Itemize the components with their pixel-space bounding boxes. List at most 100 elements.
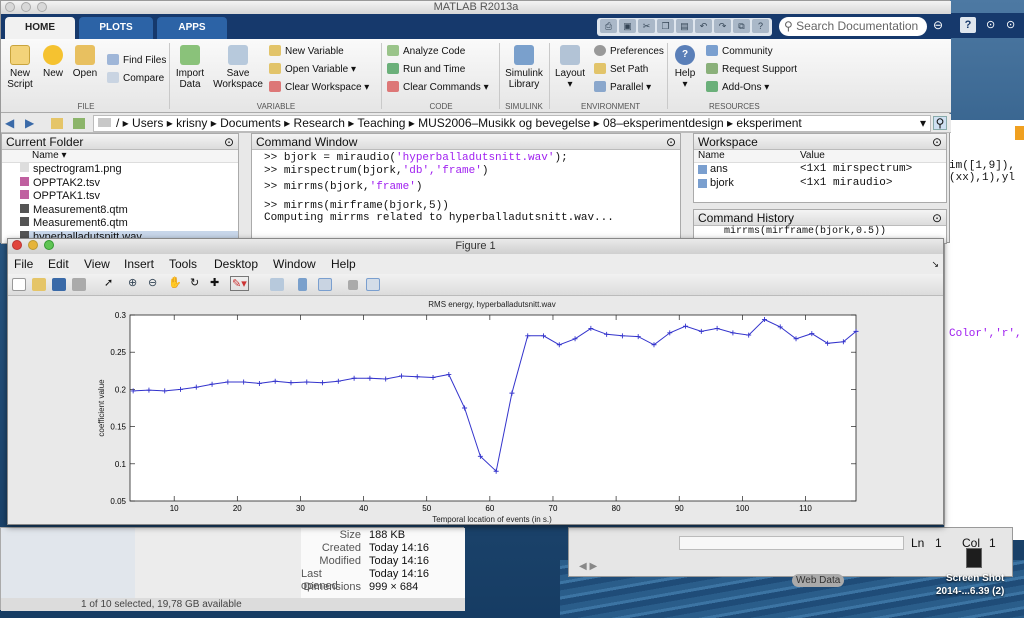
save-workspace-button[interactable]: Save Workspace	[213, 45, 263, 90]
data-cursor-icon[interactable]: ✚	[210, 276, 219, 289]
pan-hand-icon[interactable]: ✋	[168, 276, 182, 289]
workspace-name-header[interactable]: Name	[698, 150, 725, 161]
menu-tools[interactable]: Tools	[169, 254, 197, 274]
horizontal-scrollbar[interactable]	[679, 536, 904, 550]
path-segment[interactable]: 08–eksperimentdesign	[603, 116, 724, 130]
print-icon[interactable]: ⎙	[600, 19, 617, 33]
community-button[interactable]: Community	[706, 44, 773, 60]
chart[interactable]: RMS energy, hyperballadutsnitt.wav 10 20 3…	[8, 296, 943, 524]
figure-close-button[interactable]	[12, 240, 22, 250]
path-segment[interactable]: /	[116, 116, 119, 130]
path-dropdown-icon[interactable]: ▾	[920, 116, 926, 131]
path-segment[interactable]: Research	[294, 116, 345, 130]
path-segment[interactable]: MUS2006–Musikk og bevegelse	[418, 116, 590, 130]
search-input[interactable]: ⚲ Search Documentation	[779, 17, 927, 36]
name-column-header[interactable]: Name ▾	[2, 150, 238, 163]
close-button[interactable]	[5, 2, 15, 12]
save-icon[interactable]: ▣	[619, 19, 636, 33]
hide-plot-tools-icon[interactable]	[348, 280, 358, 290]
browse-folder-icon[interactable]	[73, 118, 85, 129]
show-plot-tools-icon[interactable]	[366, 278, 380, 291]
dropdown2-icon[interactable]: ⊙	[1006, 18, 1015, 31]
legend-icon[interactable]	[318, 278, 332, 291]
screenshot-file-label[interactable]: Screen Shot	[946, 573, 1004, 584]
menu-edit[interactable]: Edit	[48, 254, 69, 274]
help-quick-icon[interactable]: ?	[752, 19, 769, 33]
help-button[interactable]: ? Help ▾	[671, 45, 699, 90]
ribbon-collapse-icon[interactable]: ⊖	[933, 18, 943, 32]
save-figure-icon[interactable]	[52, 278, 66, 291]
menubar-dock-icon[interactable]: ↘	[931, 254, 939, 274]
undo-icon[interactable]: ↶	[695, 19, 712, 33]
path-segment[interactable]: krisny	[176, 116, 207, 130]
rotate-3d-icon[interactable]: ↻	[190, 276, 199, 289]
menu-view[interactable]: View	[84, 254, 110, 274]
parallel-button[interactable]: Parallel ▾	[594, 80, 651, 96]
cut-icon[interactable]: ✂	[638, 19, 655, 33]
path-segment[interactable]: Teaching	[357, 116, 405, 130]
colorbar-icon[interactable]	[298, 278, 307, 291]
open-variable-button[interactable]: Open Variable ▾	[269, 62, 356, 78]
path-segment[interactable]: eksperiment	[736, 116, 801, 130]
table-row[interactable]: bjork <1x1 miraudio>	[694, 177, 946, 191]
redo-icon[interactable]: ↷	[714, 19, 731, 33]
history-entry[interactable]: mirrms(mirframe(bjork,0.5))	[694, 226, 946, 237]
open-button[interactable]: Open	[71, 45, 99, 79]
list-item[interactable]: OPPTAK2.tsv	[20, 176, 238, 191]
add-ons-button[interactable]: Add-Ons ▾	[706, 80, 769, 96]
request-support-button[interactable]: Request Support	[706, 62, 797, 78]
figure-zoom-button[interactable]	[44, 240, 54, 250]
zoom-button[interactable]	[37, 2, 47, 12]
menu-window[interactable]: Window	[273, 254, 316, 274]
nav-arrows-icon[interactable]: ◀ ▶	[579, 561, 597, 572]
menu-help[interactable]: Help	[331, 254, 356, 274]
open-file-icon[interactable]	[32, 278, 46, 291]
preferences-button[interactable]: Preferences	[594, 44, 664, 60]
panel-menu-icon[interactable]: ⊙	[666, 134, 676, 150]
simulink-library-button[interactable]: Simulink Library	[503, 45, 545, 90]
new-script-button[interactable]: New Script	[5, 45, 35, 90]
search-folder-icon[interactable]: ⚲	[933, 116, 947, 130]
list-item[interactable]: spectrogram1.png	[20, 163, 238, 177]
list-item[interactable]: OPPTAK1.tsv	[20, 190, 238, 204]
copy-icon[interactable]: ❐	[657, 19, 674, 33]
list-item[interactable]: Measurement8.qtm	[20, 203, 238, 218]
help-icon[interactable]: ?	[960, 17, 976, 33]
zoom-out-icon[interactable]: ⊖	[148, 276, 157, 289]
menu-insert[interactable]: Insert	[124, 254, 154, 274]
switch-windows-icon[interactable]: ⧉	[733, 19, 750, 33]
table-row[interactable]: ans <1x1 mirspectrum>	[694, 163, 946, 177]
screenshot-file-icon[interactable]	[966, 548, 982, 568]
compare-button[interactable]: Compare	[107, 71, 164, 87]
screenshot-file-date[interactable]: 2014-...6.39 (2)	[936, 586, 1004, 597]
import-data-button[interactable]: Import Data	[173, 45, 207, 90]
back-arrow-icon[interactable]: ◀	[5, 114, 14, 133]
tab-plots[interactable]: PLOTS	[79, 17, 153, 39]
path-segment[interactable]: Users	[132, 116, 163, 130]
set-path-button[interactable]: Set Path	[594, 62, 648, 78]
menu-file[interactable]: File	[14, 254, 33, 274]
analyze-code-button[interactable]: Analyze Code	[387, 44, 465, 60]
web-data-tag[interactable]: Web Data	[792, 574, 845, 587]
edit-plot-arrow-icon[interactable]: ➚	[104, 276, 113, 289]
link-plot-icon[interactable]	[270, 278, 284, 291]
find-files-button[interactable]: Find Files	[107, 53, 166, 69]
path-segment[interactable]: Documents	[220, 116, 281, 130]
layout-button[interactable]: Layout ▾	[553, 45, 587, 90]
zoom-in-icon[interactable]: ⊕	[128, 276, 137, 289]
panel-menu-icon[interactable]: ⊙	[932, 134, 942, 150]
new-figure-icon[interactable]	[12, 278, 26, 291]
forward-arrow-icon[interactable]: ▶	[25, 114, 34, 133]
new-variable-button[interactable]: New Variable	[269, 44, 344, 60]
brush-icon[interactable]: ✎▾	[230, 276, 249, 291]
tab-home[interactable]: HOME	[5, 17, 75, 39]
new-button[interactable]: New	[41, 45, 65, 79]
print-figure-icon[interactable]	[72, 278, 86, 291]
up-folder-icon[interactable]	[51, 118, 63, 129]
path-field[interactable]: / ▸ Users ▸ krisny ▸ Documents ▸ Researc…	[93, 115, 931, 132]
dropdown-icon[interactable]: ⊙	[986, 18, 995, 31]
tab-apps[interactable]: APPS	[157, 17, 227, 39]
panel-menu-icon[interactable]: ⊙	[932, 210, 942, 226]
clear-commands-button[interactable]: Clear Commands ▾	[387, 80, 489, 96]
workspace-value-header[interactable]: Value	[800, 150, 825, 161]
